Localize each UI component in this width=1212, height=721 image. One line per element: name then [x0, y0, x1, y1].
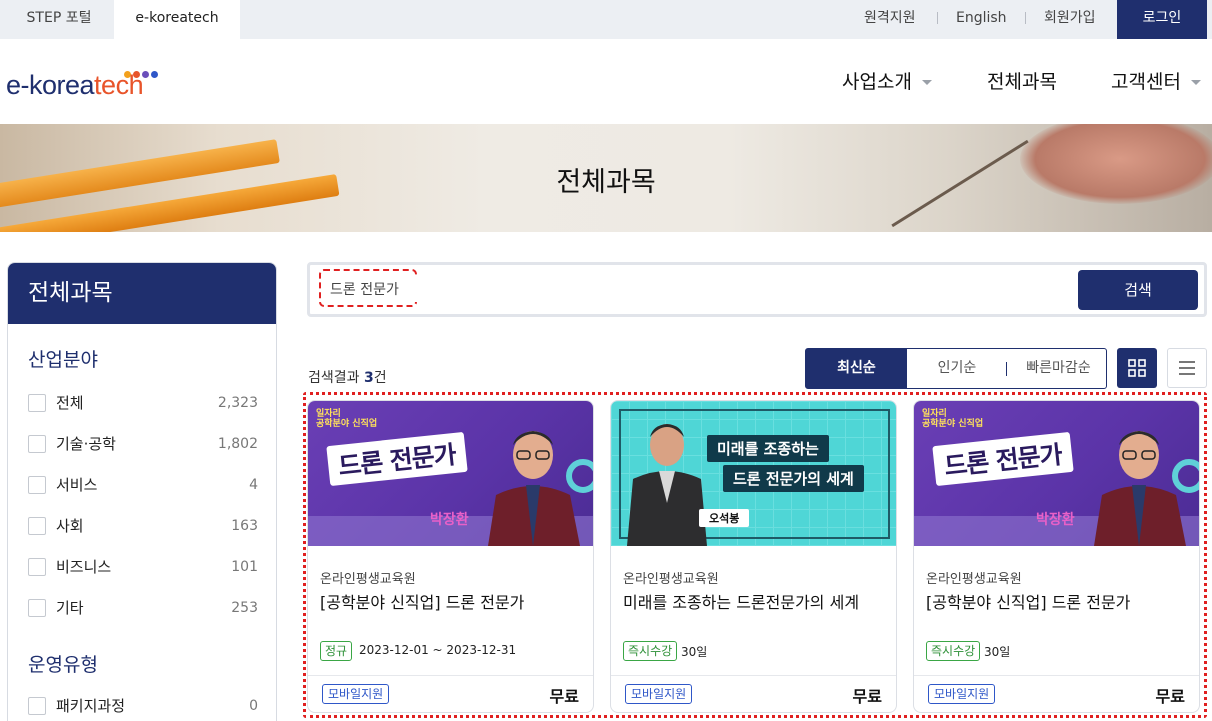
list-icon: [1179, 361, 1195, 375]
course-thumbnail: 일자리 공학분야 신직업 드론 전문가 박장환: [914, 401, 1199, 546]
course-org: 온라인평생교육원: [623, 572, 719, 587]
mobile-support-badge: 모바일지원: [322, 684, 390, 704]
checkbox[interactable]: [28, 599, 46, 617]
checkbox[interactable]: [28, 517, 46, 535]
checkbox[interactable]: [28, 435, 46, 453]
tab-e-koreatech[interactable]: e-koreatech: [114, 0, 240, 39]
mobile-support-badge: 모바일지원: [625, 684, 693, 704]
search-input[interactable]: [330, 276, 830, 302]
checkbox[interactable]: [28, 476, 46, 494]
course-price: 무료: [852, 687, 882, 706]
thumb-instructor-name: 오석봉: [699, 509, 750, 527]
course-period: 2023-12-01 ~ 2023-12-31: [359, 643, 517, 657]
checkbox[interactable]: [28, 558, 46, 576]
utility-bar: STEP 포털 e-koreatech 원격지원 English 회원가입 로그…: [0, 0, 1212, 39]
page-title: 전체과목: [556, 167, 656, 198]
course-title[interactable]: 미래를 조종하는 드론전문가의 세계: [623, 589, 859, 613]
grid-view-button[interactable]: [1117, 348, 1157, 388]
sort-divider: [1006, 362, 1007, 376]
filter-package[interactable]: 패키지과정 0: [28, 696, 258, 718]
result-count: 검색결과 3건: [308, 370, 387, 386]
instructor-photo: [627, 424, 707, 546]
course-title[interactable]: [공학분야 신직업] 드론 전문가: [320, 589, 524, 613]
site-logo[interactable]: e-koreatech: [6, 60, 166, 104]
course-period: 30일: [681, 645, 708, 659]
instructor-photo: [488, 431, 580, 546]
course-title[interactable]: [공학분야 신직업] 드론 전문가: [926, 589, 1130, 613]
logo-wordmark: e-koreatech: [6, 70, 144, 100]
course-org: 온라인평생교육원: [926, 572, 1022, 587]
mobile-support-badge: 모바일지원: [928, 684, 996, 704]
chevron-down-icon: [1190, 80, 1201, 85]
course-org: 온라인평생교육원: [320, 572, 416, 587]
signup-link[interactable]: 회원가입: [1044, 0, 1096, 39]
chevron-down-icon: [921, 80, 932, 85]
filter-society[interactable]: 사회 163: [28, 516, 258, 538]
thumb-brand: 일자리 공학분야 신직업: [922, 409, 984, 429]
sort-popular[interactable]: 인기순: [907, 349, 1007, 388]
course-card[interactable]: 일자리 공학분야 신직업 드론 전문가 박장환 온라인평생교육원 [공학분야 신직…: [913, 400, 1200, 713]
sort-tabs: 최신순 인기순 빠른마감순: [805, 348, 1107, 389]
instructor-photo: [1094, 431, 1186, 546]
login-button[interactable]: 로그인: [1117, 0, 1207, 39]
checkbox[interactable]: [28, 394, 46, 412]
remote-support-link[interactable]: 원격지원: [864, 0, 916, 39]
course-type-badge: 즉시수강: [623, 641, 678, 661]
nav-all-courses[interactable]: 전체과목: [987, 68, 1057, 96]
filter-business[interactable]: 비즈니스 101: [28, 557, 258, 579]
thumb-title-line1: 미래를 조종하는: [707, 435, 829, 462]
course-price: 무료: [1155, 687, 1185, 706]
course-type-badge: 정규: [320, 641, 353, 661]
course-thumbnail: 일자리 공학분야 신직업 드론 전문가 박장환: [308, 401, 593, 546]
list-view-button[interactable]: [1167, 348, 1207, 388]
course-period: 30일: [984, 645, 1011, 659]
course-price: 무료: [549, 687, 579, 706]
thumb-title-line2: 드론 전문가의 세계: [723, 465, 864, 492]
search-box: 검색: [307, 262, 1207, 317]
search-button[interactable]: 검색: [1078, 270, 1198, 310]
tab-step-portal[interactable]: STEP 포털: [8, 0, 110, 39]
hero-banner: 전체과목: [0, 124, 1212, 232]
course-card[interactable]: 미래를 조종하는 드론 전문가의 세계 오석봉 온라인평생교육원 미래를 조종하…: [610, 400, 897, 713]
util-divider: [1025, 12, 1026, 24]
filter-service[interactable]: 서비스 4: [28, 475, 258, 497]
thumb-title: 드론 전문가: [326, 431, 468, 487]
util-divider: [937, 12, 938, 24]
thumb-brand: 일자리 공학분야 신직업: [316, 409, 378, 429]
english-link[interactable]: English: [956, 0, 1007, 39]
course-thumbnail: 미래를 조종하는 드론 전문가의 세계 오석봉: [611, 401, 896, 546]
category-sidebar: 전체과목 산업분야 전체 2,323 기술·공학 1,802 서비스 4 사회 …: [7, 262, 277, 721]
thumb-title: 드론 전문가: [932, 431, 1074, 487]
sidebar-title: 전체과목: [8, 263, 276, 324]
sort-latest[interactable]: 최신순: [806, 349, 907, 388]
industry-section-title: 산업분야: [28, 349, 98, 371]
thumb-instructor-name: 박장환: [430, 512, 469, 528]
filter-all[interactable]: 전체 2,323: [28, 393, 258, 415]
filter-engineering[interactable]: 기술·공학 1,802: [28, 434, 258, 456]
nav-customer-center[interactable]: 고객센터: [1111, 68, 1201, 96]
filter-etc[interactable]: 기타 253: [28, 598, 258, 620]
operation-type-section-title: 운영유형: [28, 654, 98, 676]
course-type-badge: 즉시수강: [926, 641, 981, 661]
course-card[interactable]: 일자리 공학분야 신직업 드론 전문가 박장환 온라인평생교육원 [공학분야 신직…: [307, 400, 594, 713]
grid-icon: [1128, 359, 1146, 377]
nav-business-intro[interactable]: 사업소개: [842, 68, 932, 96]
sort-deadline[interactable]: 빠른마감순: [1011, 349, 1106, 388]
checkbox[interactable]: [28, 697, 46, 715]
thumb-instructor-name: 박장환: [1036, 512, 1075, 528]
